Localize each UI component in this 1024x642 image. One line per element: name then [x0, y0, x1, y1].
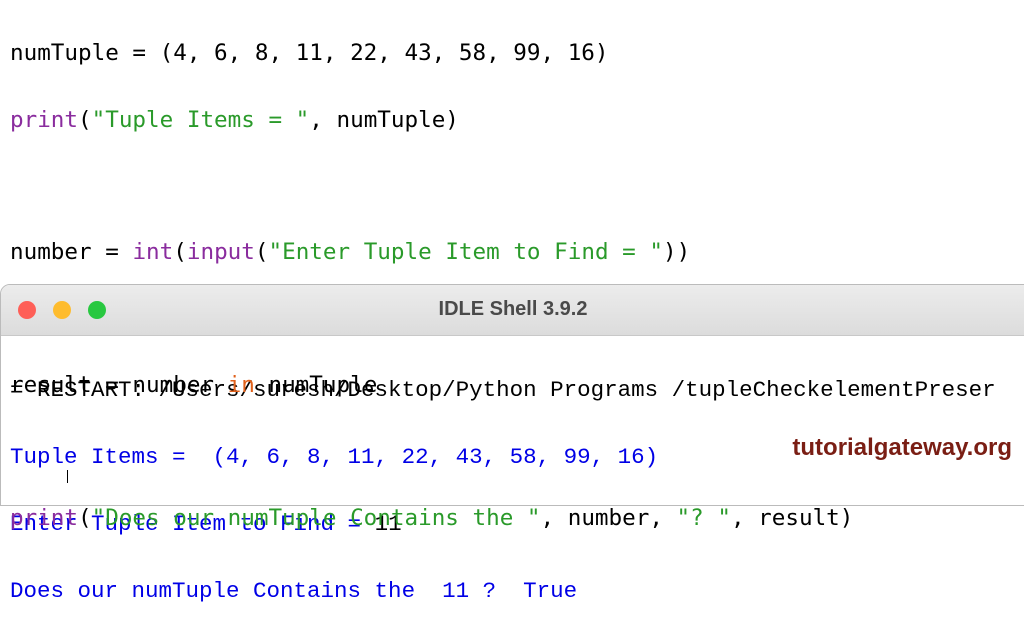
- code-text: numTuple = (4, 6, 8, 11, 22, 43, 58, 99,…: [10, 40, 609, 67]
- code-text: (: [78, 106, 92, 133]
- string: "Tuple Items = ": [91, 106, 310, 133]
- code-text: (: [173, 239, 187, 266]
- result-assignment: result = number: [10, 372, 228, 399]
- code-line: print("Does our numTuple Contains the ",…: [10, 502, 853, 535]
- code-text: number =: [10, 239, 133, 266]
- builtin: print: [10, 504, 79, 531]
- code-text: numTuple: [254, 372, 378, 399]
- code-line: number = int(input("Enter Tuple Item to …: [10, 236, 853, 269]
- builtin: print: [10, 106, 79, 133]
- code-text: , result): [730, 504, 854, 531]
- code-text: , number,: [540, 504, 677, 531]
- code-text: , numTuple): [309, 106, 459, 133]
- builtin: int: [132, 239, 174, 266]
- keyword: in: [227, 372, 255, 399]
- string: "Does our numTuple Contains the ": [91, 504, 541, 531]
- code-line: numTuple = (4, 6, 8, 11, 22, 43, 58, 99,…: [10, 37, 853, 70]
- code-line: result = number in numTuple: [10, 369, 853, 402]
- builtin: input: [186, 239, 255, 266]
- code-text: (: [78, 504, 92, 531]
- code-text: (: [254, 239, 269, 266]
- code-text: )): [662, 239, 691, 266]
- string: "Enter Tuple Item to Find = ": [268, 239, 663, 266]
- code-line: print("Tuple Items = ", numTuple): [10, 104, 853, 137]
- code-editor[interactable]: numTuple = (4, 6, 8, 11, 22, 43, 58, 99,…: [10, 4, 853, 568]
- string: "? ": [676, 504, 731, 531]
- output-line: Does our numTuple Contains the 11 ? True: [10, 577, 578, 604]
